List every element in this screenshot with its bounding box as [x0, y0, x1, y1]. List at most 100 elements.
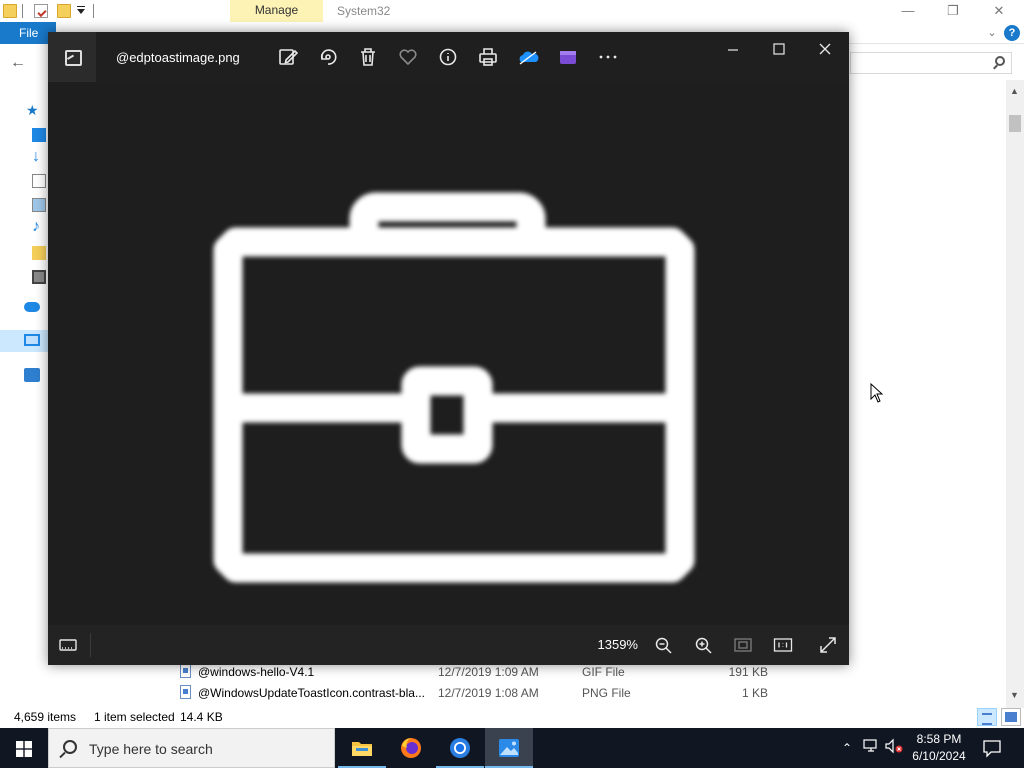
photos-icon	[499, 739, 519, 757]
info-icon[interactable]	[436, 45, 460, 69]
desktop-icon[interactable]	[32, 128, 46, 142]
explorer-window-title: System32	[337, 4, 391, 18]
zoom-out-icon[interactable]	[651, 633, 675, 657]
file-size: 191 KB	[728, 665, 768, 679]
file-type: GIF File	[582, 665, 625, 679]
chrome-icon	[450, 738, 470, 758]
ribbon-tab-manage[interactable]: Manage	[230, 0, 323, 22]
delete-icon[interactable]	[356, 45, 380, 69]
zoom-level: 1359%	[597, 637, 638, 652]
toolbar-separator	[22, 4, 23, 18]
documents-icon[interactable]	[32, 174, 46, 188]
network-icon[interactable]	[861, 738, 881, 758]
explorer-search-input[interactable]	[850, 52, 1012, 74]
taskbar-search-box[interactable]: Type here to search	[48, 728, 335, 768]
downloads-icon[interactable]: ↓	[32, 149, 46, 165]
search-icon	[63, 740, 77, 754]
file-date: 12/7/2019 1:09 AM	[438, 665, 539, 679]
show-hidden-icons-chevron-icon[interactable]: ⌃	[837, 738, 857, 758]
favorite-icon[interactable]	[396, 45, 420, 69]
file-explorer-icon	[352, 742, 372, 756]
music-icon[interactable]: ♪	[32, 219, 46, 235]
start-button[interactable]	[0, 728, 48, 768]
status-bar: 4,659 items 1 item selected 14.4 KB	[0, 707, 1024, 727]
back-arrow-icon[interactable]: ←	[10, 54, 26, 72]
new-folder-icon[interactable]	[57, 4, 71, 18]
photos-app-icon[interactable]	[48, 32, 96, 82]
file-date: 12/7/2019 1:08 AM	[438, 686, 539, 700]
full-screen-icon[interactable]	[816, 633, 840, 657]
explorer-minimize-button[interactable]: —	[885, 0, 931, 22]
vertical-scrollbar[interactable]: ▲ ▼	[1006, 80, 1024, 708]
mouse-cursor-icon	[870, 383, 884, 403]
image-canvas[interactable]	[48, 82, 849, 625]
clock-date: 6/10/2024	[912, 749, 966, 763]
photos-viewer-window: @edptoastimage.png 1359%	[48, 32, 849, 665]
explorer-restore-button[interactable]: ❐	[930, 0, 976, 22]
taskbar-chrome[interactable]	[436, 728, 484, 768]
item-count: 4,659 items	[14, 710, 77, 724]
explorer-close-button[interactable]: ✕	[976, 0, 1022, 22]
bottom-bar-divider	[90, 633, 91, 657]
print-icon[interactable]	[476, 45, 500, 69]
gif-file-icon	[180, 664, 191, 678]
rotate-icon[interactable]	[316, 45, 340, 69]
videos-icon[interactable]	[32, 270, 46, 284]
windows-logo-icon	[16, 741, 32, 757]
toolbar-separator	[93, 4, 94, 18]
system-clock[interactable]: 8:58 PM 6/10/2024	[902, 731, 976, 765]
chevron-down-icon[interactable]: ⌄	[984, 25, 1000, 41]
viewer-minimize-button[interactable]	[720, 37, 746, 63]
file-type: PNG File	[582, 686, 631, 700]
volume-muted-icon[interactable]	[884, 738, 904, 758]
firefox-icon	[401, 738, 421, 758]
search-placeholder: Type here to search	[89, 741, 213, 757]
notification-center-icon[interactable]	[980, 736, 1004, 760]
large-icons-view-button[interactable]	[1001, 708, 1021, 726]
taskbar: Type here to search ⌃ 8:58 PM 6/10/2024	[0, 728, 1024, 768]
folder-icon[interactable]	[32, 246, 46, 260]
briefcase-image	[213, 192, 695, 583]
edit-icon[interactable]	[276, 45, 300, 69]
clock-time: 8:58 PM	[916, 732, 962, 746]
video-editor-icon[interactable]	[556, 45, 580, 69]
file-name: @windows-hello-V4.1	[198, 665, 315, 679]
nav-item-this-pc-selected[interactable]	[0, 330, 48, 352]
scroll-up-icon[interactable]: ▲	[1010, 86, 1019, 96]
scrollbar-thumb[interactable]	[1009, 115, 1021, 132]
table-row[interactable]: @WindowsUpdateToastIcon.contrast-bla... …	[180, 683, 780, 703]
file-name: @WindowsUpdateToastIcon.contrast-bla...	[198, 686, 425, 700]
actual-size-icon[interactable]	[771, 633, 795, 657]
viewer-title-bar: @edptoastimage.png	[48, 32, 849, 82]
onedrive-icon[interactable]	[516, 45, 540, 69]
viewer-close-button[interactable]	[812, 37, 838, 63]
file-size: 1 KB	[741, 686, 768, 700]
selection-status: 1 item selected	[94, 710, 175, 724]
filmstrip-icon[interactable]	[56, 633, 80, 657]
more-icon[interactable]	[596, 45, 620, 69]
taskbar-file-explorer[interactable]	[338, 728, 386, 768]
zoom-in-icon[interactable]	[691, 633, 715, 657]
onedrive-icon[interactable]	[24, 302, 40, 312]
explorer-title-bar: Manage System32 — ❐ ✕	[0, 0, 1024, 22]
taskbar-photos[interactable]	[485, 728, 533, 768]
viewer-bottom-bar: 1359%	[48, 625, 849, 665]
table-row[interactable]: @windows-hello-V4.1 12/7/2019 1:09 AM GI…	[180, 662, 780, 682]
details-view-button[interactable]	[977, 708, 997, 726]
this-pc-icon	[24, 334, 40, 346]
image-filename: @edptoastimage.png	[116, 50, 240, 65]
folder-icon	[3, 4, 17, 18]
png-file-icon	[180, 685, 191, 699]
selection-size: 14.4 KB	[180, 710, 223, 724]
taskbar-firefox[interactable]	[387, 728, 435, 768]
customize-quick-access-icon[interactable]	[77, 6, 85, 14]
quick-access-star-icon[interactable]: ★	[26, 102, 40, 118]
fit-to-window-icon[interactable]	[731, 633, 755, 657]
scroll-down-icon[interactable]: ▼	[1010, 690, 1019, 700]
help-icon[interactable]: ?	[1004, 25, 1020, 41]
viewer-maximize-button[interactable]	[766, 37, 792, 63]
pictures-icon[interactable]	[32, 198, 46, 212]
network-icon[interactable]	[24, 368, 40, 382]
search-icon	[995, 56, 1005, 66]
properties-icon[interactable]	[34, 4, 48, 18]
